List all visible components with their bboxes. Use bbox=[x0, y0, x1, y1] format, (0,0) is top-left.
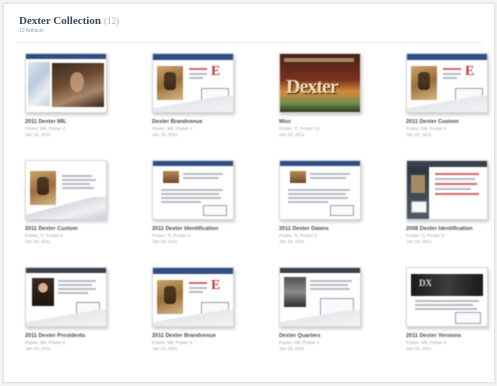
item-detail: Poster, Mil, Poster 6 bbox=[25, 340, 66, 345]
item-meta: 2011 Dexter Custom Poster, Ti, Poster 6 … bbox=[25, 226, 107, 244]
collection-item[interactable]: E 2011 Dexter Brandvenue Poster, Mil, Po… bbox=[152, 267, 234, 351]
item-thumbnail[interactable]: Dexter bbox=[279, 53, 361, 113]
item-meta: 2011 Dexter Custom Poster, Mil, Poster 6… bbox=[406, 119, 488, 137]
item-name[interactable]: 2011 Dexter Brandvenue bbox=[152, 333, 234, 339]
item-meta: 2008 Dexter Identification Poster, Ti, P… bbox=[406, 226, 488, 244]
item-name[interactable]: 2008 Dexter Identification bbox=[406, 226, 488, 232]
item-date: Jan 18, 2011 bbox=[406, 239, 432, 244]
collection-item[interactable]: 2011 Dexter Dawns Poster, Ti, Poster 6 J… bbox=[279, 160, 361, 244]
item-meta: Misc Poster, Ti, Poster 12 Jan 18, 2011 bbox=[279, 119, 361, 137]
collection-item[interactable]: Dexter Quarters Poster, Mil, Poster 6 Ja… bbox=[279, 267, 361, 351]
collection-item[interactable]: E 2011 Dexter Custom Poster, Mil, Poster… bbox=[406, 53, 488, 137]
item-meta: 2011 Dexter Versions Poster, Mil, Poster… bbox=[406, 333, 488, 351]
item-name[interactable]: 2011 Dexter Identification bbox=[152, 226, 234, 232]
item-thumbnail[interactable] bbox=[279, 160, 361, 220]
item-meta: Dexter Brandvenue Poster, Mil, Poster 4 … bbox=[152, 119, 234, 137]
item-name[interactable]: 2011 Dexter Presidents bbox=[25, 333, 107, 339]
item-date: Jan 18, 2011 bbox=[279, 239, 305, 244]
item-meta: 2011 Dexter Identification Poster, Ti, P… bbox=[152, 226, 234, 244]
item-thumbnail[interactable]: E bbox=[406, 53, 488, 113]
item-name[interactable]: 2011 Dexter Custom bbox=[25, 226, 107, 232]
collection-item[interactable]: 2008 Dexter Identification Poster, Ti, P… bbox=[406, 160, 488, 244]
thumbnail-grid: 2011 Dexter MIL Poster, Mil, Poster 2 Ja… bbox=[0, 0, 497, 386]
collection-item[interactable]: E Dexter Brandvenue Poster, Mil, Poster … bbox=[152, 53, 234, 137]
item-meta: Dexter Quarters Poster, Mil, Poster 6 Ja… bbox=[279, 333, 361, 351]
item-thumbnail[interactable] bbox=[406, 160, 488, 220]
item-name[interactable]: Dexter Quarters bbox=[279, 333, 361, 339]
item-detail: Poster, Mil, Poster 6 bbox=[406, 340, 447, 345]
item-date: Jan 18, 2011 bbox=[25, 132, 51, 137]
item-date: Jan 18, 2011 bbox=[25, 239, 51, 244]
item-thumbnail[interactable] bbox=[279, 267, 361, 327]
item-thumbnail[interactable]: E bbox=[152, 53, 234, 113]
item-name[interactable]: 2011 Dexter MIL bbox=[25, 119, 107, 125]
item-date: Jan 18, 2011 bbox=[25, 346, 51, 351]
item-detail: Poster, Ti, Poster 6 bbox=[152, 233, 191, 238]
collection-item[interactable]: 2011 Dexter Custom Poster, Ti, Poster 6 … bbox=[25, 160, 107, 244]
item-name[interactable]: Dexter Brandvenue bbox=[152, 119, 234, 125]
item-thumbnail[interactable] bbox=[25, 53, 107, 113]
item-detail: Poster, Mil, Poster 6 bbox=[279, 340, 320, 345]
collection-item[interactable]: DX 2011 Dexter Versions Poster, Mil, Pos… bbox=[406, 267, 488, 351]
item-name[interactable]: 2011 Dexter Dawns bbox=[279, 226, 361, 232]
item-detail: Poster, Ti, Poster 6 bbox=[25, 233, 64, 238]
item-meta: 2011 Dexter Dawns Poster, Ti, Poster 6 J… bbox=[279, 226, 361, 244]
item-thumbnail[interactable] bbox=[25, 267, 107, 327]
item-meta: 2011 Dexter Presidents Poster, Mil, Post… bbox=[25, 333, 107, 351]
item-thumbnail[interactable]: DX bbox=[406, 267, 488, 327]
item-date: Jan 18, 2011 bbox=[152, 132, 178, 137]
item-date: Jan 18, 2011 bbox=[279, 132, 305, 137]
item-detail: Poster, Mil, Poster 2 bbox=[25, 126, 66, 131]
item-meta: 2011 Dexter Brandvenue Poster, Mil, Post… bbox=[152, 333, 234, 351]
item-date: Jan 18, 2011 bbox=[279, 346, 305, 351]
item-detail: Poster, Mil, Poster 6 bbox=[152, 340, 193, 345]
collection-item[interactable]: 2011 Dexter MIL Poster, Mil, Poster 2 Ja… bbox=[25, 53, 107, 137]
item-date: Jan 18, 2011 bbox=[406, 132, 432, 137]
item-date: Jan 18, 2011 bbox=[152, 239, 178, 244]
item-meta: 2011 Dexter MIL Poster, Mil, Poster 2 Ja… bbox=[25, 119, 107, 137]
item-thumbnail[interactable]: E bbox=[152, 267, 234, 327]
item-name[interactable]: 2011 Dexter Versions bbox=[406, 333, 488, 339]
item-detail: Poster, Ti, Poster 12 bbox=[279, 126, 320, 131]
item-detail: Poster, Ti, Poster 6 bbox=[279, 233, 318, 238]
item-thumbnail[interactable] bbox=[152, 160, 234, 220]
collection-item[interactable]: Dexter Misc Poster, Ti, Poster 12 Jan 18… bbox=[279, 53, 361, 137]
item-date: Jan 18, 2011 bbox=[406, 346, 432, 351]
item-detail: Poster, Mil, Poster 4 bbox=[152, 126, 193, 131]
item-date: Jan 18, 2011 bbox=[152, 346, 178, 351]
item-thumbnail[interactable] bbox=[25, 160, 107, 220]
item-name[interactable]: Misc bbox=[279, 119, 361, 125]
collection-item[interactable]: 2011 Dexter Presidents Poster, Mil, Post… bbox=[25, 267, 107, 351]
item-detail: Poster, Mil, Poster 6 bbox=[406, 126, 447, 131]
item-detail: Poster, Ti, Poster 6 bbox=[406, 233, 445, 238]
collection-item[interactable]: 2011 Dexter Identification Poster, Ti, P… bbox=[152, 160, 234, 244]
item-name[interactable]: 2011 Dexter Custom bbox=[406, 119, 488, 125]
